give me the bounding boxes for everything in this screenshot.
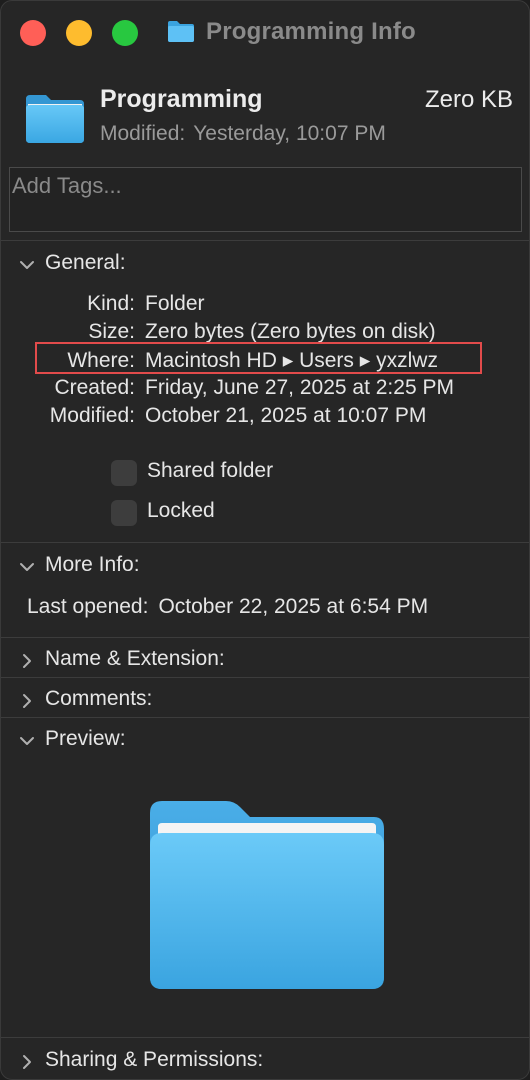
get-info-window: Programming Info Programming Zero KB Mod… bbox=[0, 0, 530, 1080]
zoom-button[interactable] bbox=[112, 20, 138, 46]
last-opened-value: October 22, 2025 at 6:54 PM bbox=[158, 595, 429, 618]
created-label: Created: bbox=[54, 376, 135, 399]
divider bbox=[1, 717, 529, 718]
title-bar: Programming Info bbox=[1, 1, 529, 65]
chevron-right-icon bbox=[23, 694, 31, 708]
chevron-down-icon bbox=[20, 261, 34, 269]
kind-label: Kind: bbox=[87, 292, 135, 315]
section-comments-header[interactable]: Comments: bbox=[1, 685, 529, 715]
modified-row: Modified: October 21, 2025 at 10:07 PM bbox=[1, 404, 427, 428]
tags-input[interactable] bbox=[10, 168, 521, 204]
section-name-extension-header[interactable]: Name & Extension: bbox=[1, 645, 529, 675]
size-value: Zero bytes (Zero bytes on disk) bbox=[145, 320, 436, 343]
section-preview-header[interactable]: Preview: bbox=[1, 725, 529, 755]
kind-value: Folder bbox=[145, 292, 205, 315]
chevron-right-icon bbox=[23, 1055, 31, 1069]
modified-label: Modified: bbox=[100, 122, 186, 145]
section-general-title: General: bbox=[45, 251, 126, 274]
section-comments-title: Comments: bbox=[45, 687, 153, 710]
last-opened-label: Last opened: bbox=[27, 595, 149, 618]
folder-icon bbox=[26, 95, 84, 143]
kind-row: Kind: Folder bbox=[1, 292, 205, 316]
section-name-extension-title: Name & Extension: bbox=[45, 647, 225, 670]
section-preview-title: Preview: bbox=[45, 727, 126, 750]
shared-folder-checkbox[interactable] bbox=[111, 460, 137, 486]
created-value: Friday, June 27, 2025 at 2:25 PM bbox=[145, 376, 454, 399]
created-row: Created: Friday, June 27, 2025 at 2:25 PM bbox=[1, 376, 454, 400]
locked-label: Locked bbox=[147, 499, 215, 522]
size-label: Size: bbox=[88, 320, 135, 343]
chevron-down-icon bbox=[20, 737, 34, 745]
header-modified: Modified: Yesterday, 10:07 PM bbox=[100, 122, 386, 146]
minimize-button[interactable] bbox=[66, 20, 92, 46]
chevron-down-icon bbox=[20, 563, 34, 571]
locked-checkbox[interactable] bbox=[111, 500, 137, 526]
divider bbox=[1, 542, 529, 543]
modified-row-label: Modified: bbox=[49, 404, 135, 427]
divider bbox=[1, 240, 529, 241]
section-more-info-title: More Info: bbox=[45, 553, 140, 576]
file-name: Programming bbox=[100, 85, 263, 113]
folder-icon bbox=[168, 21, 194, 42]
tags-field[interactable] bbox=[9, 167, 522, 232]
size-row: Size: Zero bytes (Zero bytes on disk) bbox=[1, 320, 436, 344]
chevron-right-icon bbox=[23, 654, 31, 668]
section-sharing-permissions-header[interactable]: Sharing & Permissions: bbox=[1, 1046, 529, 1076]
modified-row-value: October 21, 2025 at 10:07 PM bbox=[145, 404, 427, 427]
section-more-info-header[interactable]: More Info: bbox=[1, 551, 529, 581]
divider bbox=[1, 637, 529, 638]
divider bbox=[1, 1037, 529, 1038]
folder-icon bbox=[150, 801, 384, 989]
section-sharing-permissions-title: Sharing & Permissions: bbox=[45, 1048, 264, 1071]
section-general-header[interactable]: General: bbox=[1, 249, 529, 279]
shared-folder-label: Shared folder bbox=[147, 459, 274, 482]
window-title: Programming Info bbox=[206, 18, 416, 45]
modified-value: Yesterday, 10:07 PM bbox=[193, 122, 386, 145]
last-opened-row: Last opened: October 22, 2025 at 6:54 PM bbox=[27, 595, 428, 619]
divider bbox=[1, 677, 529, 678]
file-size: Zero KB bbox=[424, 86, 513, 113]
where-highlight-box bbox=[35, 342, 482, 374]
close-button[interactable] bbox=[20, 20, 46, 46]
